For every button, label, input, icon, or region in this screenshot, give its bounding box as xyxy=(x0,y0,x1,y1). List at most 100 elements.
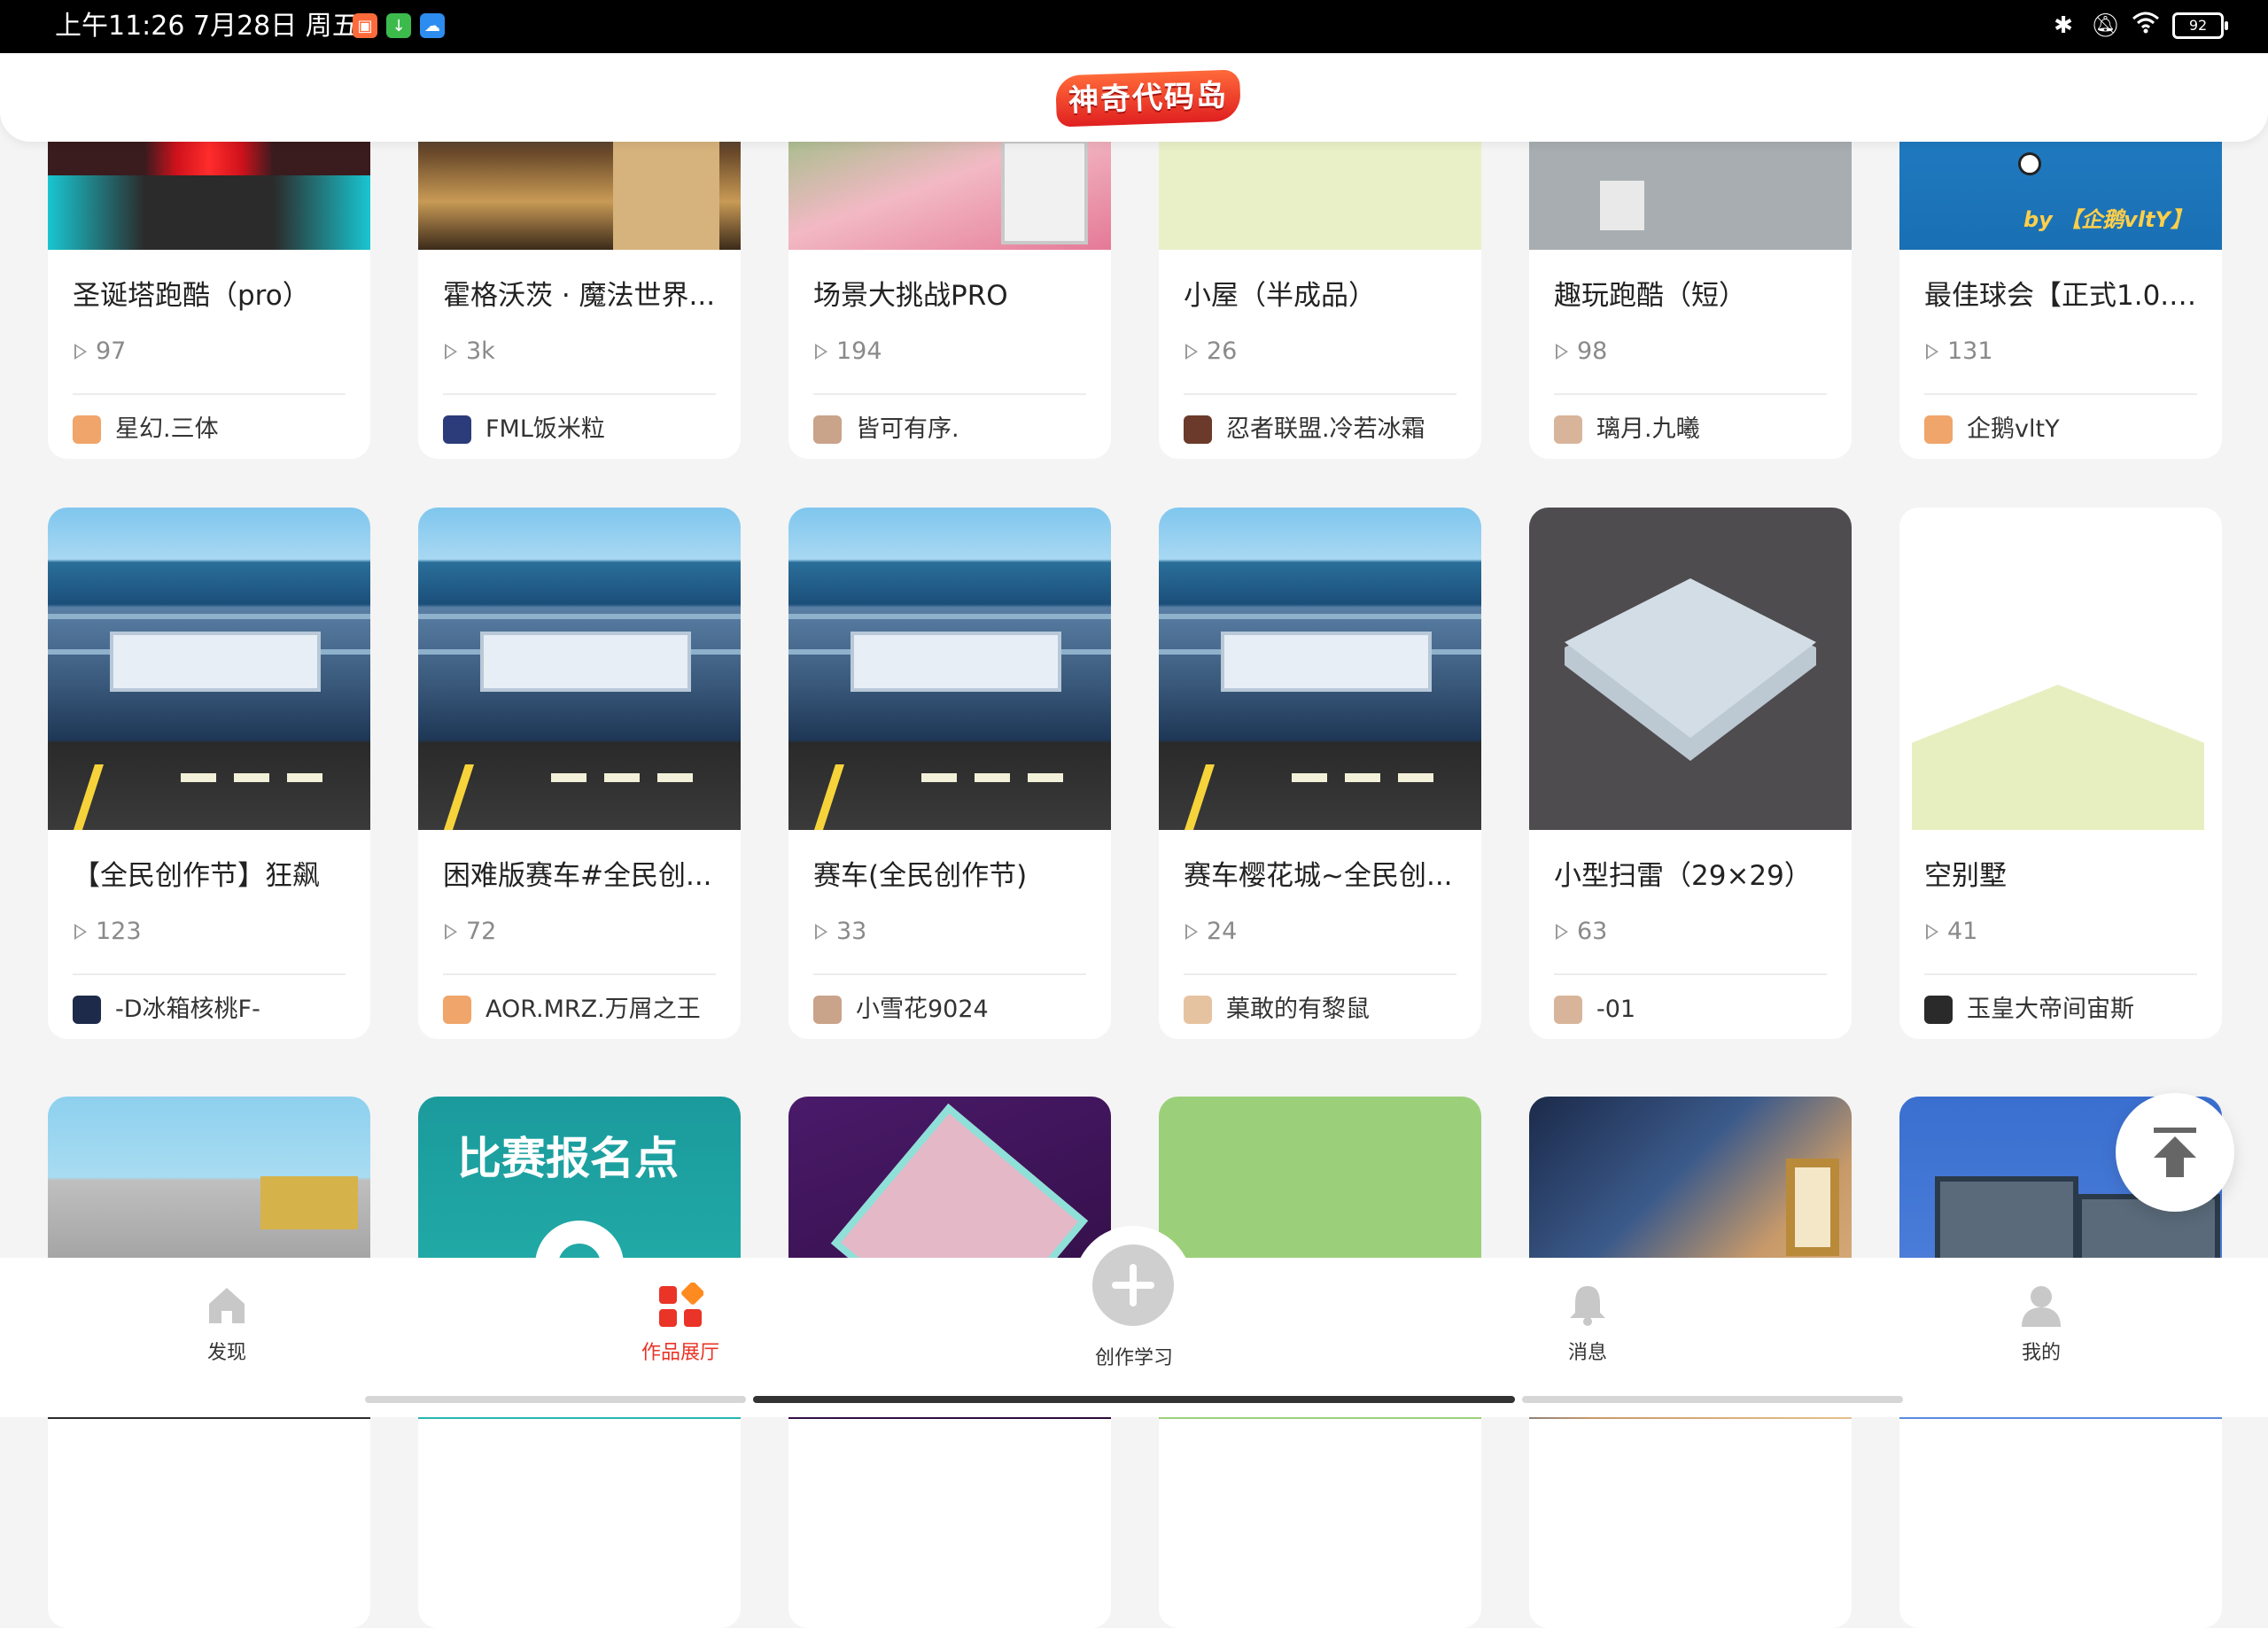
play-count: 194 xyxy=(815,337,882,367)
play-icon xyxy=(1926,344,1938,360)
avatar xyxy=(813,996,842,1024)
download-icon: ↓ xyxy=(386,13,411,38)
play-count: 97 xyxy=(74,337,126,367)
avatar xyxy=(443,415,471,444)
divider xyxy=(1924,393,2197,395)
play-icon xyxy=(1556,924,1568,940)
play-count: 123 xyxy=(74,917,142,947)
work-author: FML饭米粒 xyxy=(443,415,605,445)
avatar xyxy=(1184,996,1212,1024)
status-bar: 上午11:26 7月28日 周五 ▣ ↓ ☁ ✱ 🔕︎ 92 xyxy=(0,0,2268,53)
bluetooth-icon: ✱ xyxy=(2054,12,2073,39)
scroll-to-top-button[interactable] xyxy=(2116,1093,2234,1212)
work-card[interactable]: 赛车(全民创作节) 33 小雪花9024 xyxy=(788,508,1111,1039)
avatar xyxy=(1554,415,1582,444)
nav-create-learn[interactable]: 创作学习 xyxy=(1045,1334,1223,1371)
play-count: 98 xyxy=(1556,337,1607,367)
weather-icon: ☁ xyxy=(420,13,445,38)
work-thumbnail xyxy=(48,508,370,830)
home-icon xyxy=(204,1283,250,1329)
avatar xyxy=(1924,996,1953,1024)
avatar xyxy=(813,415,842,444)
work-author: 忍者联盟.冷若冰霜 xyxy=(1184,415,1425,445)
work-card[interactable]: 【全民创作节】狂飙 123 -D冰箱核桃F- xyxy=(48,508,370,1039)
app-notification-icon: ▣ xyxy=(353,13,377,38)
work-author: -D冰箱核桃F- xyxy=(73,995,260,1025)
arrow-up-icon xyxy=(2154,1128,2196,1177)
work-author: -01 xyxy=(1554,995,1635,1025)
gesture-bar[interactable] xyxy=(753,1396,1515,1403)
nav-label: 创作学习 xyxy=(1094,1347,1173,1369)
work-title: 小型扫雷（29×29） xyxy=(1554,860,1812,892)
divider xyxy=(443,973,716,975)
work-card[interactable]: 赛车樱花城~全民创... 24 菓敢的有黎鼠 xyxy=(1159,508,1481,1039)
bottom-navigation: 发现 作品展厅 创作学习 消息 我的 xyxy=(0,1226,2268,1417)
divider xyxy=(813,393,1086,395)
thumb-caption: 比赛报名点 xyxy=(457,1133,679,1184)
play-count: 63 xyxy=(1556,917,1607,947)
create-button[interactable] xyxy=(1074,1226,1192,1345)
work-card[interactable]: 空别墅 41 玉皇大帝间宙斯 xyxy=(1899,508,2222,1039)
nav-discover[interactable]: 发现 xyxy=(138,1283,315,1366)
gesture-bar-left xyxy=(365,1396,746,1403)
play-icon xyxy=(1926,924,1938,940)
battery-icon: 92 xyxy=(2172,12,2228,39)
gesture-bar-right xyxy=(1522,1396,1903,1403)
divider xyxy=(813,973,1086,975)
nav-gallery[interactable]: 作品展厅 xyxy=(592,1282,769,1366)
divider xyxy=(1554,393,1827,395)
work-title: 赛车樱花城~全民创... xyxy=(1184,860,1453,892)
nav-label: 我的 xyxy=(2021,1342,2061,1364)
work-author: 星幻.三体 xyxy=(73,415,219,445)
bell-icon xyxy=(1565,1283,1611,1329)
work-title: 圣诞塔跑酷（pro） xyxy=(73,280,310,312)
work-thumbnail xyxy=(1529,508,1852,830)
divider xyxy=(1924,973,2197,975)
user-icon xyxy=(2018,1283,2064,1329)
nav-label: 作品展厅 xyxy=(641,1342,719,1364)
play-count: 3k xyxy=(445,337,495,367)
divider xyxy=(1554,973,1827,975)
work-title: 小屋（半成品） xyxy=(1184,280,1376,312)
gallery-icon xyxy=(657,1282,704,1329)
work-card[interactable]: 小型扫雷（29×29） 63 -01 xyxy=(1529,508,1852,1039)
work-author: 小雪花9024 xyxy=(813,995,989,1025)
play-icon xyxy=(1556,344,1568,360)
play-count: 131 xyxy=(1926,337,1993,367)
divider xyxy=(443,393,716,395)
play-count: 72 xyxy=(445,917,496,947)
play-count: 41 xyxy=(1926,917,1977,947)
work-card[interactable]: 困难版赛车#全民创... 72 AOR.MRZ.万屑之王 xyxy=(418,508,741,1039)
play-icon xyxy=(445,344,457,360)
work-title: 困难版赛车#全民创... xyxy=(443,860,712,892)
avatar xyxy=(1184,415,1212,444)
work-title: 最佳球会【正式1.0.0... xyxy=(1924,280,2199,312)
nav-profile[interactable]: 我的 xyxy=(1953,1283,2130,1366)
work-title: 霍格沃茨 · 魔法世界... xyxy=(443,280,716,312)
nav-messages[interactable]: 消息 xyxy=(1499,1283,1676,1366)
divider xyxy=(73,973,346,975)
work-author: 玉皇大帝间宙斯 xyxy=(1924,995,2134,1025)
work-thumbnail xyxy=(1159,508,1481,830)
work-author: 企鹅vltY xyxy=(1924,415,2060,445)
plus-icon xyxy=(1092,1244,1174,1326)
play-count: 26 xyxy=(1185,337,1237,367)
avatar xyxy=(1554,996,1582,1024)
avatar xyxy=(443,996,471,1024)
work-author: AOR.MRZ.万屑之王 xyxy=(443,995,701,1025)
play-icon xyxy=(74,344,87,360)
work-title: 【全民创作节】狂飙 xyxy=(73,860,320,892)
works-grid: 圣诞塔跑酷（pro） 97 星幻.三体 霍格沃茨 · 魔法世界... 3k FM… xyxy=(0,0,2268,1628)
work-author: 菓敢的有黎鼠 xyxy=(1184,995,1370,1025)
status-app-icons: ▣ ↓ ☁ xyxy=(353,13,445,38)
play-count: 24 xyxy=(1185,917,1237,947)
app-logo: 神奇代码岛 xyxy=(1055,69,1241,128)
work-title: 空别墅 xyxy=(1924,860,2007,892)
play-icon xyxy=(74,924,87,940)
wifi-icon xyxy=(2132,11,2159,41)
mute-icon: 🔕︎ xyxy=(2091,12,2121,39)
work-thumbnail xyxy=(788,508,1111,830)
nav-label: 消息 xyxy=(1567,1342,1607,1364)
play-icon xyxy=(1185,924,1198,940)
status-time: 上午11:26 7月28日 周五 xyxy=(55,11,359,42)
